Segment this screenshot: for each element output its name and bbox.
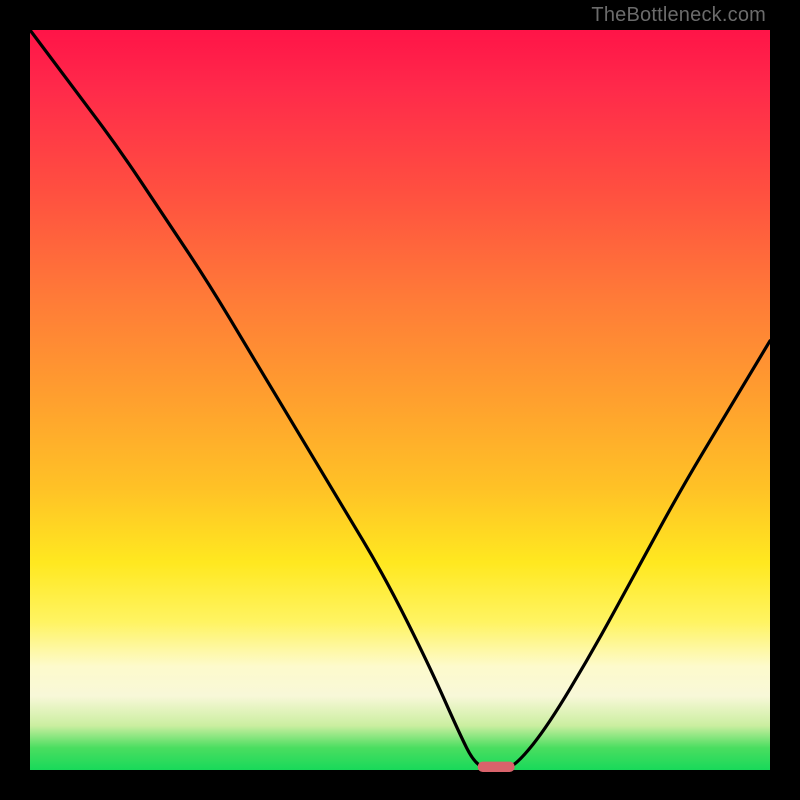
optimum-marker bbox=[478, 762, 515, 772]
watermark-text: TheBottleneck.com bbox=[591, 4, 766, 27]
chart-frame: TheBottleneck.com bbox=[0, 0, 800, 800]
plot-svg bbox=[30, 30, 770, 770]
plot-area bbox=[30, 30, 770, 770]
bottleneck-curve bbox=[30, 30, 770, 770]
